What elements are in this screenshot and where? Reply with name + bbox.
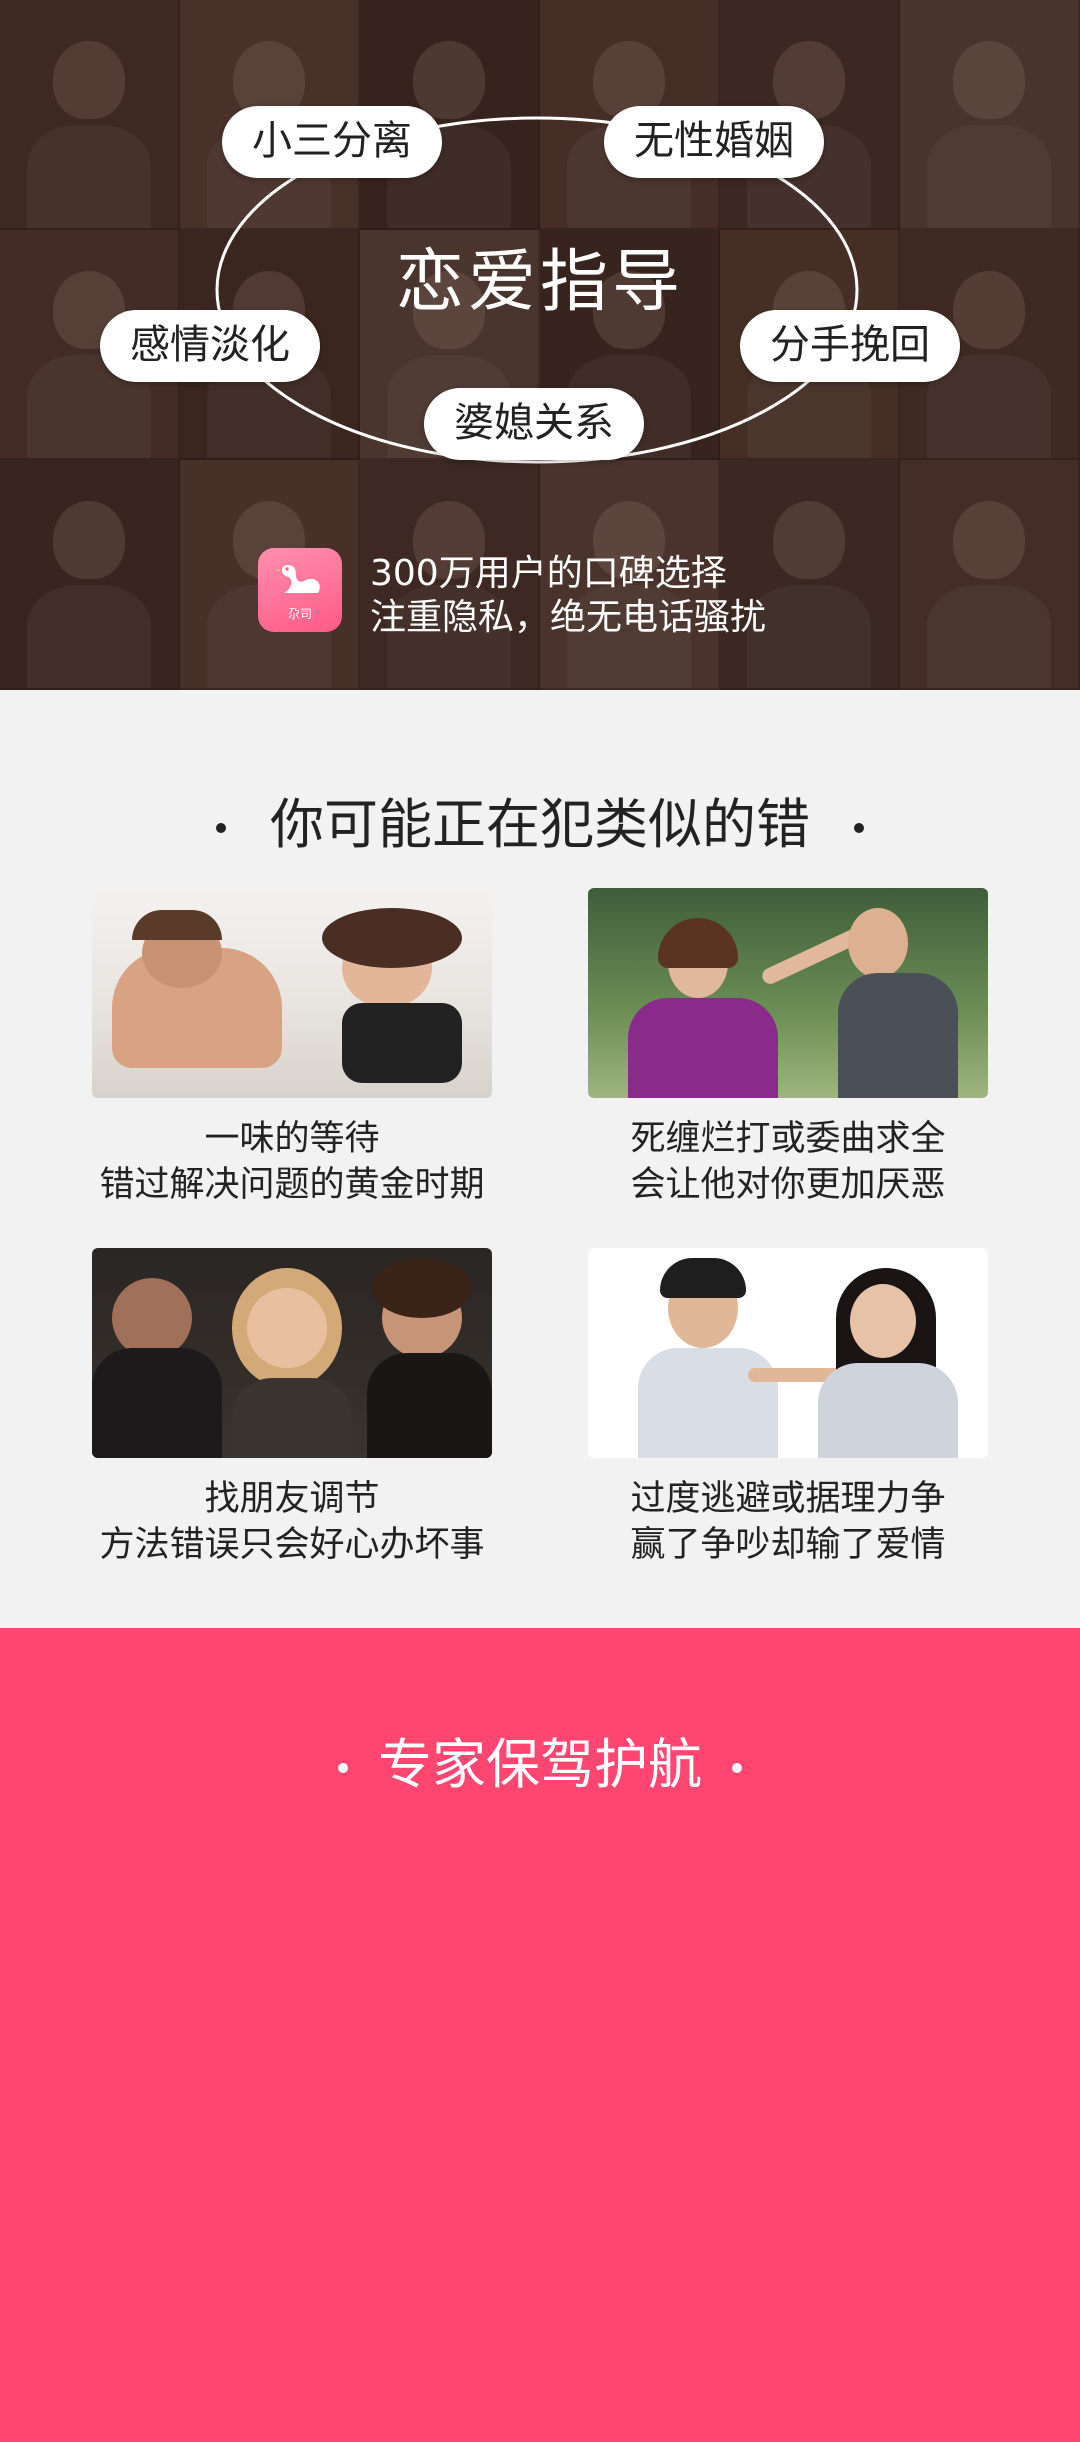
caption-line: 会让他对你更加厌恶 (630, 1165, 946, 1205)
hero-title: 恋爱指导 (395, 243, 684, 322)
caption-line: 方法错误只会好心办坏事 (99, 1525, 485, 1565)
caption-line: 过度逃避或据理力争 (630, 1479, 946, 1519)
mistake-card-arguing: 过度逃避或据理力争 赢了争吵却输了爱情 (588, 1248, 988, 1568)
title-dot-right (732, 1763, 742, 1774)
mistake-card-clinging: 死缠烂打或委曲求全 会让他对你更加厌恶 (588, 888, 988, 1208)
mistakes-title-text: 你可能正在犯类似的错 (270, 793, 810, 856)
title-dot-left (338, 1763, 348, 1774)
couple-arguing-outdoors-photo (588, 888, 988, 1098)
caption-line: 错过解决问题的黄金时期 (99, 1165, 485, 1205)
expert-section: 专家保驾护航 (0, 1628, 1080, 2442)
tag-mistress-separation: 小三分离 (222, 106, 442, 178)
tag-sexless-marriage: 无性婚姻 (604, 106, 824, 178)
expert-title: 专家保驾护航 (0, 1720, 1080, 1799)
mistakes-title: 你可能正在犯类似的错 (0, 780, 1080, 859)
title-dot-right (854, 823, 864, 834)
tag-in-law-relations: 婆媳关系 (424, 388, 644, 460)
mistake-caption-waiting: 一味的等待 错过解决问题的黄金时期 (52, 1116, 532, 1208)
app-logo-text: 尕司 (287, 606, 312, 621)
couple-in-bed-photo (92, 888, 492, 1098)
mistake-card-friends: 找朋友调节 方法错误只会好心办坏事 (92, 1248, 492, 1568)
expert-title-text: 专家保驾护航 (378, 1733, 702, 1796)
caption-line: 死缠烂打或委曲求全 (630, 1119, 946, 1159)
mistake-caption-friends: 找朋友调节 方法错误只会好心办坏事 (52, 1476, 532, 1568)
hero-banner: 小三分离 无性婚姻 感情淡化 分手挽回 婆媳关系 恋爱指导 尕司 300万用户的… (0, 0, 1080, 690)
mistake-caption-arguing: 过度逃避或据理力争 赢了争吵却输了爱情 (548, 1476, 1028, 1568)
hero-tagline-privacy: 注重隐私，绝无电话骚扰 (370, 597, 767, 638)
mistakes-section: 你可能正在犯类似的错 一味的等待 错过解决问题的黄金时期 死缠烂打或委曲求全 会… (0, 690, 1080, 1628)
friends-group-photo (92, 1248, 492, 1458)
mistake-caption-clinging: 死缠烂打或委曲求全 会让他对你更加厌恶 (548, 1116, 1028, 1208)
caption-line: 赢了争吵却输了爱情 (630, 1525, 946, 1565)
mistake-card-waiting: 一味的等待 错过解决问题的黄金时期 (92, 888, 492, 1208)
title-dot-left (216, 823, 226, 834)
caption-line: 一味的等待 (204, 1119, 380, 1159)
caption-line: 找朋友调节 (204, 1479, 380, 1519)
couple-pointing-photo (588, 1248, 988, 1458)
swan-icon (276, 564, 320, 593)
app-logo: 尕司 (258, 548, 342, 632)
